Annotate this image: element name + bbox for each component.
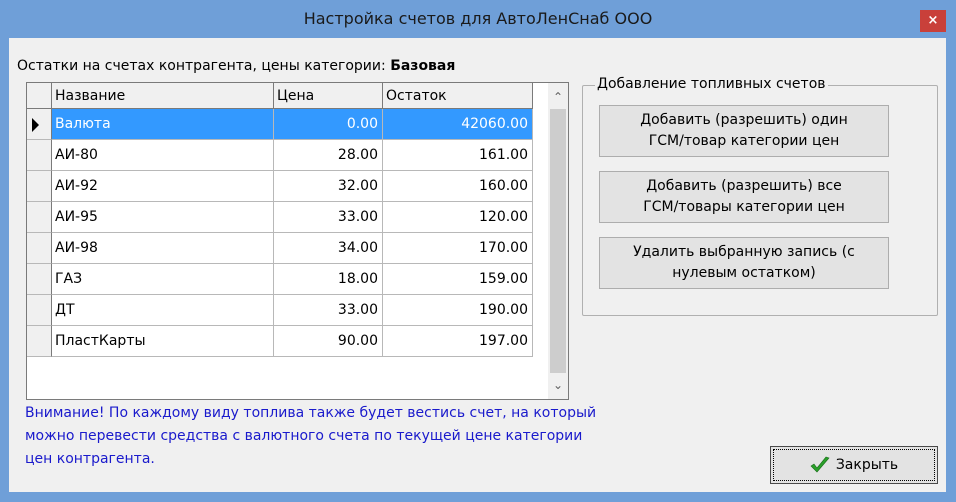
window-title: Настройка счетов для АвтоЛенСнаб ООО bbox=[303, 9, 653, 28]
accounts-table[interactable]: Название Цена Остаток Валюта 0.00 42060.00… bbox=[26, 82, 569, 400]
table-row[interactable]: Валюта 0.00 42060.00 bbox=[27, 109, 548, 140]
table-header: Название Цена Остаток bbox=[27, 83, 548, 109]
fuel-accounts-group: Добавление топливных счетов Добавить (ра… bbox=[582, 76, 938, 316]
cell-price[interactable]: 0.00 bbox=[274, 109, 383, 140]
column-header-price[interactable]: Цена bbox=[274, 83, 383, 109]
cell-name[interactable]: ГАЗ bbox=[52, 264, 274, 295]
delete-record-button-line2: нулевым остатком) bbox=[672, 265, 816, 281]
add-one-button-line2: ГСМ/товар категории цен bbox=[648, 133, 840, 149]
table-row[interactable]: АИ-92 32.00 160.00 bbox=[27, 171, 548, 202]
table-row[interactable]: АИ-98 34.00 170.00 bbox=[27, 233, 548, 264]
cell-price[interactable]: 33.00 bbox=[274, 295, 383, 326]
add-all-button-line2: ГСМ/товары категории цен bbox=[643, 199, 845, 215]
column-header-name[interactable]: Название bbox=[52, 83, 274, 109]
close-window-button[interactable]: × bbox=[920, 10, 946, 32]
cell-name[interactable]: ПластКарты bbox=[52, 326, 274, 357]
close-button[interactable]: Закрыть bbox=[770, 446, 938, 484]
cell-price[interactable]: 32.00 bbox=[274, 171, 383, 202]
row-indicator[interactable] bbox=[27, 295, 52, 326]
row-indicator[interactable] bbox=[27, 233, 52, 264]
balances-caption-text: Остатки на счетах контрагента, цены кате… bbox=[17, 58, 386, 74]
add-one-button-line1: Добавить (разрешить) один bbox=[640, 112, 848, 128]
cell-name[interactable]: АИ-98 bbox=[52, 233, 274, 264]
column-header-balance[interactable]: Остаток bbox=[383, 83, 533, 109]
row-indicator[interactable] bbox=[27, 171, 52, 202]
cell-balance[interactable]: 170.00 bbox=[383, 233, 533, 264]
cell-balance[interactable]: 190.00 bbox=[383, 295, 533, 326]
close-button-label: Закрыть bbox=[835, 457, 899, 473]
cell-balance[interactable]: 159.00 bbox=[383, 264, 533, 295]
scroll-thumb[interactable] bbox=[550, 109, 566, 373]
cell-price[interactable]: 18.00 bbox=[274, 264, 383, 295]
scroll-down-icon[interactable]: ⌄ bbox=[548, 375, 568, 395]
cell-name[interactable]: АИ-92 bbox=[52, 171, 274, 202]
dialog-window: Настройка счетов для АвтоЛенСнаб ООО × О… bbox=[0, 0, 956, 502]
table-row[interactable]: ДТ 33.00 190.00 bbox=[27, 295, 548, 326]
fuel-group-title: Добавление топливных счетов bbox=[595, 76, 828, 92]
balances-caption: Остатки на счетах контрагента, цены кате… bbox=[17, 58, 455, 74]
cell-name[interactable]: АИ-80 bbox=[52, 140, 274, 171]
notice-line: можно перевести средства с валютного сче… bbox=[25, 428, 583, 444]
notice-text: Внимание! По каждому виду топлива также … bbox=[25, 402, 745, 471]
add-all-button-line1: Добавить (разрешить) все bbox=[646, 178, 842, 194]
cell-price[interactable]: 34.00 bbox=[274, 233, 383, 264]
header-indicator bbox=[27, 83, 52, 109]
row-indicator[interactable] bbox=[27, 264, 52, 295]
table-row[interactable]: АИ-80 28.00 161.00 bbox=[27, 140, 548, 171]
cell-name[interactable]: Валюта bbox=[52, 109, 274, 140]
row-indicator[interactable] bbox=[27, 109, 52, 140]
cell-balance[interactable]: 120.00 bbox=[383, 202, 533, 233]
vertical-scrollbar[interactable]: ⌃ ⌄ bbox=[548, 83, 568, 399]
cell-price[interactable]: 28.00 bbox=[274, 140, 383, 171]
add-all-button[interactable]: Добавить (разрешить) все ГСМ/товары кате… bbox=[599, 171, 889, 223]
cell-balance[interactable]: 42060.00 bbox=[383, 109, 533, 140]
row-pointer-icon bbox=[32, 118, 39, 132]
delete-record-button[interactable]: Удалить выбранную запись (с нулевым оста… bbox=[599, 237, 889, 289]
title-bar[interactable]: Настройка счетов для АвтоЛенСнаб ООО × bbox=[0, 0, 956, 38]
cell-name[interactable]: АИ-95 bbox=[52, 202, 274, 233]
cell-balance[interactable]: 197.00 bbox=[383, 326, 533, 357]
cell-balance[interactable]: 161.00 bbox=[383, 140, 533, 171]
cell-price[interactable]: 33.00 bbox=[274, 202, 383, 233]
row-indicator[interactable] bbox=[27, 202, 52, 233]
scroll-up-icon[interactable]: ⌃ bbox=[548, 87, 568, 107]
delete-record-button-line1: Удалить выбранную запись (с bbox=[633, 244, 855, 260]
cell-price[interactable]: 90.00 bbox=[274, 326, 383, 357]
table-row[interactable]: ПластКарты 90.00 197.00 bbox=[27, 326, 548, 357]
price-category: Базовая bbox=[390, 58, 456, 74]
notice-line: цен контрагента. bbox=[25, 451, 155, 467]
table-row[interactable]: АИ-95 33.00 120.00 bbox=[27, 202, 548, 233]
checkmark-icon bbox=[810, 456, 830, 473]
add-one-button[interactable]: Добавить (разрешить) один ГСМ/товар кате… bbox=[599, 105, 889, 157]
notice-line: Внимание! По каждому виду топлива также … bbox=[25, 405, 597, 421]
row-indicator[interactable] bbox=[27, 140, 52, 171]
table-row[interactable]: ГАЗ 18.00 159.00 bbox=[27, 264, 548, 295]
cell-balance[interactable]: 160.00 bbox=[383, 171, 533, 202]
cell-name[interactable]: ДТ bbox=[52, 295, 274, 326]
row-indicator[interactable] bbox=[27, 326, 52, 357]
dialog-body: Остатки на счетах контрагента, цены кате… bbox=[9, 38, 946, 492]
